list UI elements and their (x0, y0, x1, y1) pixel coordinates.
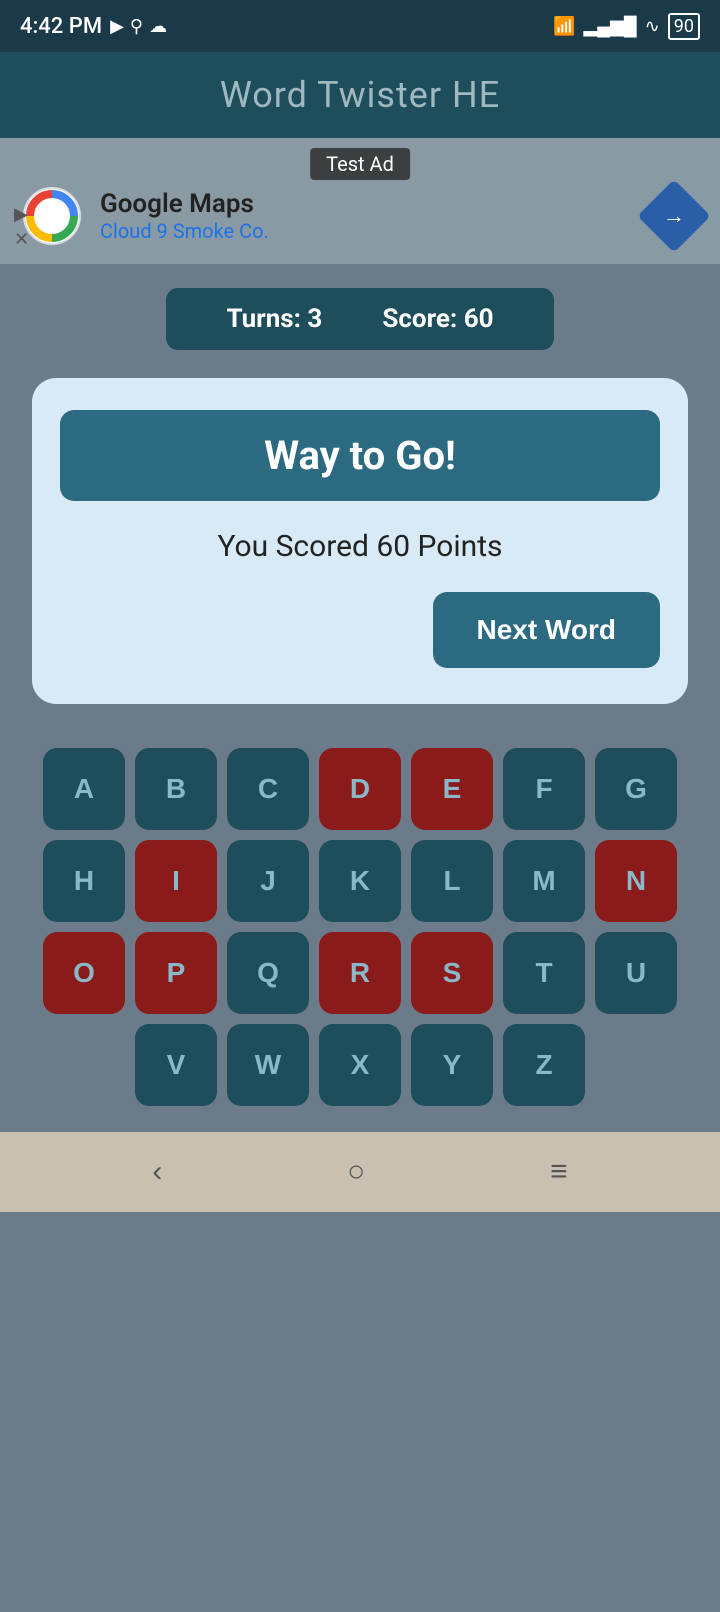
key-c[interactable]: C (227, 748, 309, 830)
home-icon: ○ (347, 1155, 365, 1189)
key-m[interactable]: M (503, 840, 585, 922)
ad-app-name: Google Maps (100, 189, 269, 219)
home-button[interactable]: ○ (347, 1155, 365, 1189)
back-button[interactable]: ‹ (152, 1155, 162, 1189)
whatsapp-icon: ▶ (110, 16, 124, 37)
menu-button[interactable]: ≡ (550, 1155, 568, 1189)
ad-sub-text: Cloud 9 Smoke Co. (100, 219, 269, 243)
cloud-icon: ☁ (149, 16, 167, 37)
key-d[interactable]: D (319, 748, 401, 830)
score-bar: Turns: 3 Score: 60 (0, 264, 720, 368)
key-j[interactable]: J (227, 840, 309, 922)
dialog-title-box: Way to Go! (60, 410, 660, 501)
ad-controls[interactable]: ▶ ✕ (14, 204, 29, 250)
dialog: Way to Go! You Scored 60 Points Next Wor… (32, 378, 688, 704)
app-title: Word Twister HE (220, 74, 500, 116)
key-l[interactable]: L (411, 840, 493, 922)
nav-bar: ‹ ○ ≡ (0, 1132, 720, 1212)
key-n[interactable]: N (595, 840, 677, 922)
key-k[interactable]: K (319, 840, 401, 922)
ad-direction-icon: → (637, 179, 711, 253)
key-w[interactable]: W (227, 1024, 309, 1106)
next-word-button[interactable]: Next Word (433, 592, 661, 668)
ad-test-label: Test Ad (310, 148, 410, 180)
status-bar-left: 4:42 PM ▶ ⚲ ☁ (20, 14, 167, 39)
turns-display: Turns: 3 (226, 304, 322, 334)
back-icon: ‹ (152, 1155, 162, 1189)
status-icons: ▶ ⚲ ☁ (110, 16, 167, 37)
dialog-area: Way to Go! You Scored 60 Points Next Wor… (0, 368, 720, 728)
vibrate-icon: 📶 (553, 16, 575, 37)
key-s[interactable]: S (411, 932, 493, 1014)
ad-play-icon[interactable]: ▶ (14, 204, 29, 225)
score-box: Turns: 3 Score: 60 (166, 288, 553, 350)
ad-logo-icon (20, 184, 84, 248)
battery-icon: 90 (668, 13, 700, 40)
menu-icon: ≡ (550, 1155, 568, 1189)
key-f[interactable]: F (503, 748, 585, 830)
key-q[interactable]: Q (227, 932, 309, 1014)
usb-icon: ⚲ (130, 16, 143, 37)
status-bar-right: 📶 ▂▄▆█ ∿ 90 (553, 13, 700, 40)
key-t[interactable]: T (503, 932, 585, 1014)
status-time: 4:42 PM (20, 14, 102, 39)
ad-close-icon[interactable]: ✕ (14, 229, 29, 250)
key-a[interactable]: A (43, 748, 125, 830)
keyboard-row-3: VWXYZ (16, 1024, 704, 1106)
wifi-icon: ∿ (645, 16, 660, 37)
dialog-score-text: You Scored 60 Points (60, 529, 660, 564)
key-y[interactable]: Y (411, 1024, 493, 1106)
keyboard-row-0: ABCDEFG (16, 748, 704, 830)
score-display: Score: 60 (382, 304, 493, 334)
key-h[interactable]: H (43, 840, 125, 922)
key-u[interactable]: U (595, 932, 677, 1014)
ad-content: Google Maps Cloud 9 Smoke Co. (20, 184, 269, 248)
key-e[interactable]: E (411, 748, 493, 830)
keyboard-row-2: OPQRSTU (16, 932, 704, 1014)
keyboard-area: ABCDEFG HIJKLMN OPQRSTU VWXYZ (0, 728, 720, 1132)
dialog-title: Way to Go! (264, 432, 456, 479)
key-o[interactable]: O (43, 932, 125, 1014)
signal-icon: ▂▄▆█ (583, 16, 636, 37)
key-v[interactable]: V (135, 1024, 217, 1106)
ad-text: Google Maps Cloud 9 Smoke Co. (100, 189, 269, 243)
keyboard-row-1: HIJKLMN (16, 840, 704, 922)
ad-right[interactable]: → (648, 190, 700, 242)
ad-banner[interactable]: Test Ad Google Maps Cloud 9 Smoke Co. → … (0, 138, 720, 264)
key-g[interactable]: G (595, 748, 677, 830)
key-r[interactable]: R (319, 932, 401, 1014)
key-p[interactable]: P (135, 932, 217, 1014)
key-i[interactable]: I (135, 840, 217, 922)
key-z[interactable]: Z (503, 1024, 585, 1106)
status-bar: 4:42 PM ▶ ⚲ ☁ 📶 ▂▄▆█ ∿ 90 (0, 0, 720, 52)
dialog-actions: Next Word (60, 592, 660, 668)
key-x[interactable]: X (319, 1024, 401, 1106)
key-b[interactable]: B (135, 748, 217, 830)
app-header: Word Twister HE (0, 52, 720, 138)
